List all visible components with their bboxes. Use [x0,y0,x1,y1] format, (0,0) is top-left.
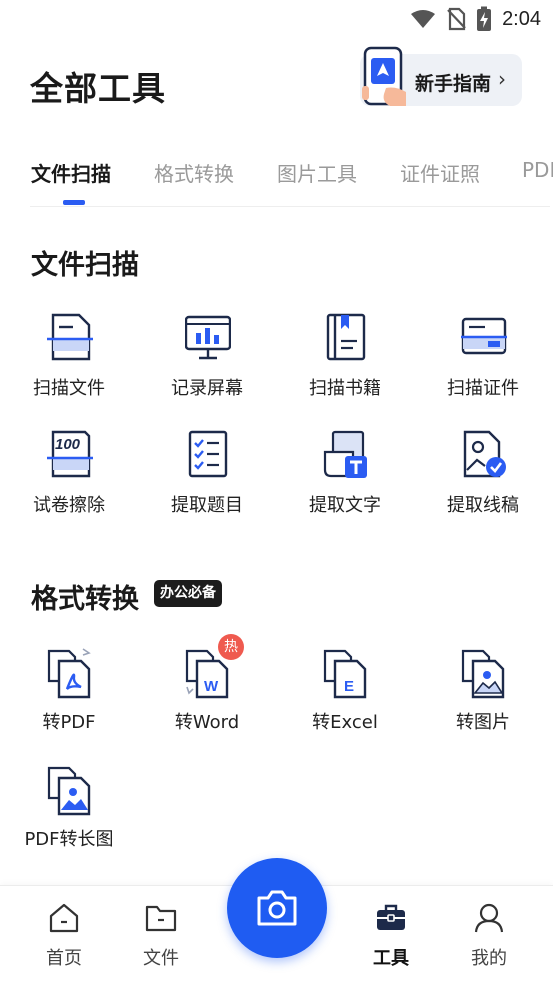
nav-profile[interactable]: 我的 [444,886,534,983]
record-screen-icon [185,315,231,360]
tool-record-screen[interactable]: 记录屏幕 [138,313,276,413]
section-title-scan: 文件扫描 [31,250,139,281]
tool-extract-lineart[interactable]: 提取线稿 [414,430,552,530]
tab-image-tools[interactable]: 图片工具 [277,158,357,187]
folder-icon [145,905,177,932]
chevron-right-icon: › [498,67,506,91]
phone-guide-icon [362,46,406,106]
wifi-icon [411,10,436,28]
tool-label: 提取文字 [309,495,381,516]
tool-to-image[interactable]: 转图片 [414,647,552,747]
tabs-divider [30,206,550,207]
tool-label: 扫描书籍 [309,378,381,399]
tool-scan-document[interactable]: 扫描文件 [0,313,138,413]
tool-label: 转Excel [312,712,378,733]
home-icon [49,903,79,933]
tool-label: 提取线稿 [447,495,519,516]
extract-lineart-icon [463,430,506,478]
tab-file-scan[interactable]: 文件扫描 [31,158,111,187]
tool-to-pdf[interactable]: 转PDF [0,647,138,747]
tool-label: 提取题目 [171,495,243,516]
tool-erase-exam[interactable]: 100 试卷擦除 [0,430,138,530]
tool-label: 转Word [174,712,240,733]
tool-pdf-to-long-image[interactable]: PDF转长图 [0,764,138,864]
erase-exam-icon: 100 [47,430,93,478]
status-icons: 2:04 [410,6,541,32]
nav-tools[interactable]: 工具 [346,886,436,983]
svg-text:100: 100 [55,436,81,453]
tool-extract-text[interactable]: 提取文字 [276,430,414,530]
nav-home[interactable]: 首页 [19,886,109,983]
tab-id-photos[interactable]: 证件证照 [400,158,480,187]
to-image-icon [461,649,505,699]
hot-badge: 热 [218,634,244,660]
to-excel-icon: E [323,649,367,699]
to-pdf-icon [47,648,91,699]
status-bar: 2:04 [0,0,553,38]
tool-to-word[interactable]: W 转Word [138,647,276,747]
tab-format-convert[interactable]: 格式转换 [154,158,234,187]
status-time: 2:04 [502,7,541,30]
guide-label: 新手指南 [415,73,492,95]
camera-icon [257,890,297,926]
tool-scan-id[interactable]: 扫描证件 [414,313,552,413]
nav-label: 文件 [143,948,179,969]
tool-label: 转图片 [456,712,510,733]
camera-button[interactable] [227,858,327,958]
extract-text-icon [323,430,367,478]
svg-text:W: W [204,678,219,695]
profile-icon [474,903,504,933]
tool-label: 记录屏幕 [171,378,243,399]
section-title-convert: 格式转换 [31,584,139,615]
tool-label: 扫描证件 [447,378,519,399]
nav-label: 工具 [373,948,409,969]
nav-label: 我的 [471,948,507,969]
extract-questions-icon [188,430,228,478]
tool-to-excel[interactable]: E 转Excel [276,647,414,747]
no-sim-icon [447,7,466,31]
tool-scan-book[interactable]: 扫描书籍 [276,313,414,413]
office-essential-badge: 办公必备 [154,580,222,607]
toolbox-icon [377,904,405,930]
tool-label: PDF转长图 [24,829,114,850]
category-tabs: 文件扫描 格式转换 图片工具 证件证照 PDF [0,150,553,207]
scan-book-icon [326,313,366,361]
tool-label: 转PDF [42,712,96,733]
scan-document-icon [47,313,93,361]
nav-files[interactable]: 文件 [116,886,206,983]
battery-charging-icon [477,6,492,31]
tool-label: 扫描文件 [33,378,105,399]
page-title: 全部工具 [30,69,166,108]
tool-label: 试卷擦除 [33,495,105,516]
svg-text:E: E [344,678,354,695]
tool-extract-questions[interactable]: 提取题目 [138,430,276,530]
tab-pdf[interactable]: PDF [522,158,553,182]
nav-label: 首页 [46,948,82,969]
scan-id-card-icon [461,317,507,355]
active-tab-indicator [63,200,85,205]
pdf-to-long-image-icon [47,766,91,816]
